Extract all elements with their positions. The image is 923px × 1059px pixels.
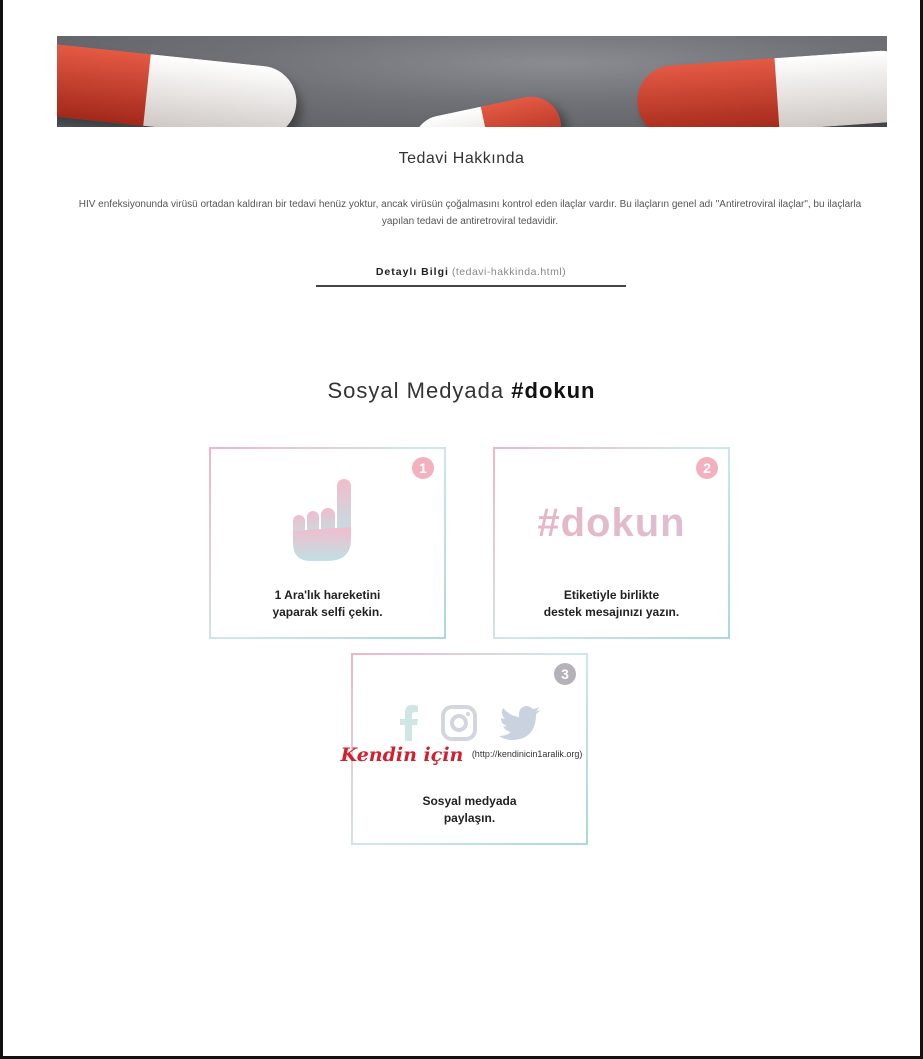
instagram-icon bbox=[440, 705, 477, 741]
step-caption-2: Etiketiyle birlikte destek mesajınızı ya… bbox=[495, 587, 728, 621]
step-card-1: 1 1 Ara'lık hareketini yaparak selfi çek… bbox=[209, 447, 446, 639]
twitter-icon bbox=[498, 706, 540, 740]
step-badge-2: 2 bbox=[696, 457, 718, 479]
footer-url[interactable]: (http://kendinicin1aralik.org) bbox=[472, 749, 583, 759]
step-caption-1-line2: yaparak selfi çekin. bbox=[272, 605, 383, 619]
capsule-center bbox=[407, 91, 567, 127]
social-heading: Sosyal Medyada #dokun bbox=[0, 378, 923, 404]
capsule-left bbox=[57, 38, 300, 127]
hero-pills-image bbox=[57, 36, 887, 127]
step-caption-3-line1: Sosyal medyada bbox=[422, 794, 517, 808]
social-heading-text: Sosyal Medyada bbox=[327, 378, 505, 403]
hand-icon bbox=[293, 479, 351, 561]
detail-info-link[interactable]: Detaylı Bilgi (tedavi-hakkinda.html) bbox=[316, 266, 626, 287]
social-heading-tag: #dokun bbox=[511, 378, 596, 403]
step-caption-3-line2: paylaşın. bbox=[443, 811, 496, 825]
treatment-description: HIV enfeksiyonunda virüsü ortadan kaldır… bbox=[78, 199, 862, 227]
step-caption-3: Sosyal medyada paylaşın. bbox=[353, 793, 586, 827]
brand-logo[interactable]: Kendin için bbox=[341, 744, 464, 766]
step-caption-1: 1 Ara'lık hareketini yaparak selfi çekin… bbox=[211, 587, 444, 621]
dokun-hashtag: #dokun bbox=[495, 501, 728, 546]
step-badge-1: 1 bbox=[412, 457, 434, 479]
step-caption-2-line2: destek mesajınızı yazın. bbox=[543, 605, 680, 619]
detail-link-label[interactable]: Detaylı Bilgi bbox=[376, 266, 449, 278]
social-icons bbox=[353, 705, 586, 741]
capsule-right bbox=[634, 48, 887, 127]
step-caption-2-line1: Etiketiyle birlikte bbox=[563, 588, 660, 602]
treatment-title: Tedavi Hakkında bbox=[398, 150, 525, 167]
step-badge-3: 3 bbox=[554, 663, 576, 685]
detail-link-href[interactable]: (tedavi-hakkinda.html) bbox=[452, 266, 566, 278]
footer: Kendin için (http://kendinicin1aralik.or… bbox=[0, 740, 923, 766]
step-card-2: 2 #dokun Etiketiyle birlikte destek mesa… bbox=[493, 447, 730, 639]
step-caption-1-line1: 1 Ara'lık hareketini bbox=[274, 588, 381, 602]
facebook-icon bbox=[399, 705, 418, 741]
